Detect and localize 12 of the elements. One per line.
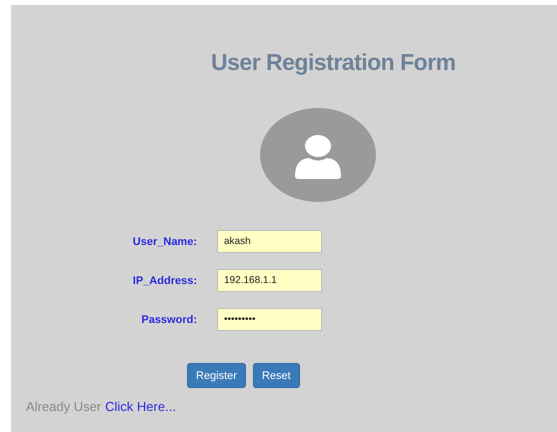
field-label: Password: <box>140 314 197 326</box>
form-title: User Registration Form <box>211 49 457 76</box>
input-field[interactable]: akash <box>217 230 322 253</box>
form-button[interactable]: Reset <box>252 363 300 388</box>
avatar-icon <box>259 107 377 203</box>
click-here-link[interactable]: Click Here... <box>105 399 176 414</box>
input-field[interactable]: ••••••••• <box>217 308 322 331</box>
form-button[interactable]: Register <box>187 363 246 388</box>
footer-text: Already User <box>26 399 102 414</box>
input-field[interactable]: 192.168.1.1 <box>217 269 322 292</box>
field-label: User_Name: <box>132 236 197 248</box>
field-label: IP_Address: <box>132 274 197 286</box>
